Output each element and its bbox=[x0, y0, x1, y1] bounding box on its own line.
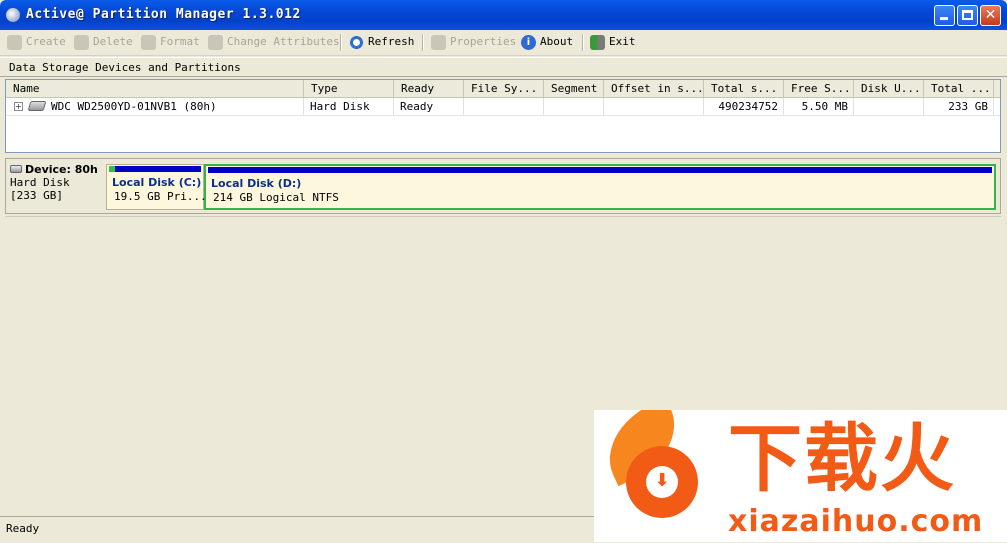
device-info: Device: 80h Hard Disk [233 GB] bbox=[10, 163, 98, 202]
title-bar: Active@ Partition Manager 1.3.012 ✕ bbox=[0, 0, 1007, 30]
cell-file-system bbox=[464, 98, 544, 115]
grid-header: Name Type Ready File Sy... Segment Offse… bbox=[6, 80, 1000, 98]
device-label: Device: 80h bbox=[10, 163, 98, 176]
download-icon: ⬇ bbox=[654, 470, 670, 491]
about-label: About bbox=[540, 35, 574, 48]
partition-name: Local Disk (D:) bbox=[211, 177, 302, 190]
expand-icon[interactable]: + bbox=[14, 102, 23, 111]
toolbar-separator bbox=[422, 34, 424, 51]
about-button[interactable]: i About bbox=[521, 33, 573, 51]
format-button[interactable]: Format bbox=[141, 33, 200, 51]
refresh-button[interactable]: Refresh bbox=[349, 33, 414, 51]
properties-button[interactable]: Properties bbox=[431, 33, 516, 51]
cell-ready: Ready bbox=[394, 98, 464, 115]
format-label: Format bbox=[160, 35, 200, 48]
maximize-button[interactable] bbox=[957, 5, 978, 26]
minimize-button[interactable] bbox=[934, 5, 955, 26]
cell-name: + WDC WD2500YD-01NVB1 (80h) bbox=[6, 98, 304, 115]
partition-desc: 214 GB Logical NTFS bbox=[213, 191, 339, 204]
app-icon bbox=[6, 8, 20, 22]
column-header-ready[interactable]: Ready bbox=[394, 80, 464, 97]
column-header-total-sectors[interactable]: Total s... bbox=[704, 80, 784, 97]
exit-label: Exit bbox=[609, 35, 636, 48]
close-icon: ✕ bbox=[984, 7, 997, 23]
column-header-name[interactable]: Name bbox=[6, 80, 304, 97]
delete-label: Delete bbox=[93, 35, 133, 48]
delete-button[interactable]: Delete bbox=[74, 33, 133, 51]
change-attributes-label: Change Attributes bbox=[227, 35, 340, 48]
properties-label: Properties bbox=[450, 35, 517, 48]
partition-desc: 19.5 GB Pri... bbox=[114, 190, 207, 203]
device-size: [233 GB] bbox=[10, 189, 63, 202]
partition-c[interactable]: Local Disk (C:) ... 19.5 GB Pri... bbox=[106, 164, 218, 210]
properties-icon bbox=[431, 34, 446, 50]
disk-map: Device: 80h Hard Disk [233 GB] Local Dis… bbox=[5, 158, 1001, 214]
cell-segment bbox=[544, 98, 604, 115]
cell-total-sectors: 490234752 bbox=[704, 98, 784, 115]
close-button[interactable]: ✕ bbox=[980, 5, 1001, 26]
refresh-label: Refresh bbox=[368, 35, 415, 48]
create-button[interactable]: Create bbox=[7, 33, 66, 51]
toolbar: Create Delete Format Change Attributes R… bbox=[0, 30, 1007, 56]
cell-type: Hard Disk bbox=[304, 98, 394, 115]
column-header-file-system[interactable]: File Sy... bbox=[464, 80, 544, 97]
status-text: Ready bbox=[6, 522, 40, 535]
cell-free-space: 5.50 MB bbox=[784, 98, 854, 115]
usage-fill bbox=[109, 166, 115, 172]
table-row[interactable]: + WDC WD2500YD-01NVB1 (80h) Hard Disk Re… bbox=[6, 98, 1000, 116]
exit-button[interactable]: Exit bbox=[590, 33, 636, 51]
column-header-segment[interactable]: Segment bbox=[544, 80, 604, 97]
format-icon bbox=[141, 34, 156, 50]
partition-name: Local Disk (C:) ... bbox=[112, 176, 218, 189]
column-header-type[interactable]: Type bbox=[304, 80, 394, 97]
column-header-free-space[interactable]: Free S... bbox=[784, 80, 854, 97]
partition-d[interactable]: Local Disk (D:) 214 GB Logical NTFS bbox=[204, 164, 996, 210]
cell-offset bbox=[604, 98, 704, 115]
watermark-text: 下载火 bbox=[728, 416, 956, 502]
change-attributes-button[interactable]: Change Attributes bbox=[208, 33, 340, 51]
minimize-icon bbox=[940, 17, 948, 20]
watermark-logo: ⬇ 下载火 xiazaihuo.com bbox=[594, 410, 1007, 542]
hard-disk-icon bbox=[27, 101, 47, 111]
watermark-url: xiazaihuo.com bbox=[728, 504, 984, 539]
maximize-icon bbox=[962, 10, 973, 20]
toolbar-separator bbox=[582, 34, 584, 51]
section-label: Data Storage Devices and Partitions bbox=[0, 57, 1007, 77]
partition-usage-bar bbox=[109, 166, 201, 172]
change-attributes-icon bbox=[208, 34, 223, 50]
create-label: Create bbox=[26, 35, 66, 48]
cell-disk-usage bbox=[854, 98, 924, 115]
exit-icon bbox=[590, 34, 605, 50]
device-type: Hard Disk bbox=[10, 176, 70, 189]
devices-grid[interactable]: Name Type Ready File Sy... Segment Offse… bbox=[5, 79, 1001, 153]
create-icon bbox=[7, 34, 22, 50]
delete-icon bbox=[74, 34, 89, 50]
toolbar-separator bbox=[340, 34, 342, 51]
hard-disk-icon bbox=[10, 165, 22, 173]
window-title: Active@ Partition Manager 1.3.012 bbox=[26, 7, 301, 22]
column-header-offset[interactable]: Offset in s... bbox=[604, 80, 704, 97]
refresh-icon bbox=[349, 34, 364, 50]
device-name: WDC WD2500YD-01NVB1 (80h) bbox=[51, 100, 217, 113]
column-header-total[interactable]: Total ... bbox=[924, 80, 994, 97]
partition-usage-bar bbox=[208, 167, 992, 173]
cell-total: 233 GB bbox=[924, 98, 994, 115]
about-icon: i bbox=[521, 34, 536, 50]
column-header-disk-usage[interactable]: Disk U... bbox=[854, 80, 924, 97]
device-name-text: Device: 80h bbox=[25, 163, 98, 176]
